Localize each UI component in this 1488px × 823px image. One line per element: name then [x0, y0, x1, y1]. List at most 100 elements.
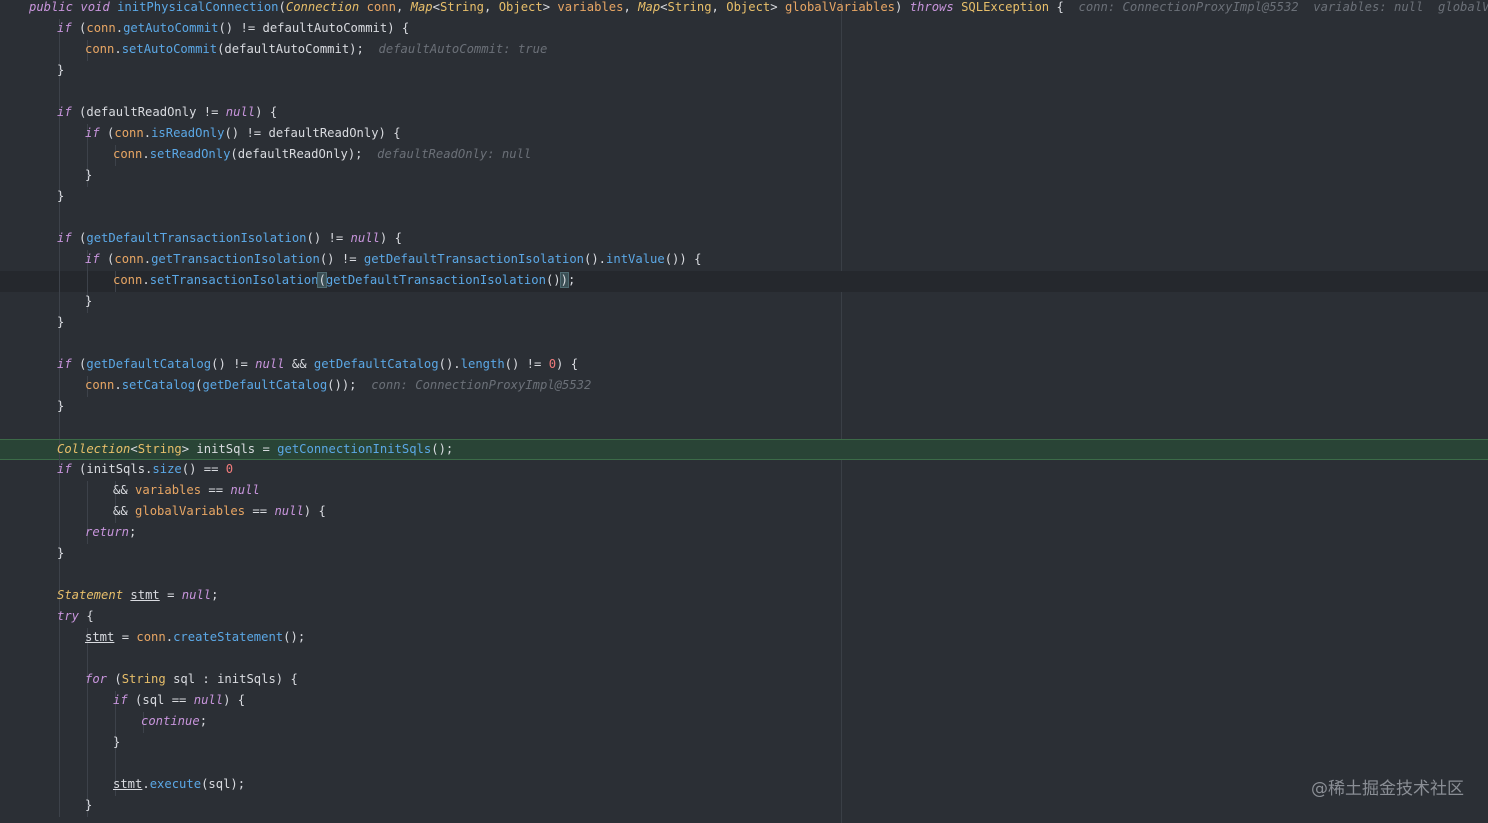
code-token: setTransactionIsolation	[149, 273, 319, 287]
code-token: ,	[623, 0, 639, 14]
indent-guide	[59, 166, 60, 187]
code-line[interactable]: && globalVariables == null) {	[0, 502, 1488, 523]
code-line[interactable]: }	[0, 544, 1488, 565]
execution-point-line[interactable]: Collection<String> initSqls = getConnect…	[0, 439, 1488, 461]
code-token: (	[317, 272, 327, 288]
code-token: =	[114, 630, 137, 644]
code-line[interactable]: }	[0, 796, 1488, 817]
code-token: ,	[711, 0, 727, 14]
code-line[interactable]: continue;	[0, 712, 1488, 733]
code-line[interactable]: if (getDefaultTransactionIsolation() != …	[0, 229, 1488, 250]
code-line[interactable]: }	[0, 397, 1488, 418]
code-line[interactable]: if (getDefaultCatalog() != null && getDe…	[0, 355, 1488, 376]
code-token: ().	[584, 252, 607, 266]
code-token: if	[57, 462, 72, 476]
code-line[interactable]: if (initSqls.size() == 0	[0, 460, 1488, 481]
code-line[interactable]	[0, 334, 1488, 355]
code-token: getDefaultTransactionIsolation	[363, 252, 584, 266]
code-token: setCatalog	[121, 378, 196, 392]
code-token: ) {	[223, 693, 246, 707]
code-token: getDefaultTransactionIsolation	[325, 273, 546, 287]
code-token: Object	[498, 0, 543, 14]
code-token: initPhysicalConnection	[117, 0, 279, 14]
code-token: if	[57, 231, 72, 245]
code-line[interactable]: }	[0, 61, 1488, 82]
code-line[interactable]	[0, 565, 1488, 586]
indent-guide	[59, 796, 60, 817]
code-token: ) {	[556, 357, 579, 371]
code-line[interactable]: if (defaultReadOnly != null) {	[0, 103, 1488, 124]
code-line[interactable]: }	[0, 313, 1488, 334]
code-line[interactable]: conn.setCatalog(getDefaultCatalog()); co…	[0, 376, 1488, 397]
code-line[interactable]	[0, 418, 1488, 439]
code-token: (sql);	[201, 777, 246, 791]
indent-guide	[87, 775, 88, 796]
code-token: void	[80, 0, 110, 14]
code-token: &&	[284, 357, 314, 371]
code-token: .	[115, 21, 124, 35]
code-token: (defaultReadOnly !=	[71, 105, 226, 119]
indent-guide	[59, 754, 60, 775]
code-token: if	[57, 357, 72, 371]
code-line[interactable]: }	[0, 292, 1488, 313]
code-token: if	[113, 693, 128, 707]
code-line[interactable]: conn.setAutoCommit(defaultAutoCommit); d…	[0, 40, 1488, 61]
code-token: ==	[201, 483, 231, 497]
indent-guide	[87, 145, 88, 166]
code-token: () ==	[181, 462, 226, 476]
code-token: (	[278, 0, 286, 14]
code-token: conn	[85, 42, 115, 56]
code-token: .	[165, 630, 174, 644]
code-line[interactable]: return;	[0, 523, 1488, 544]
code-token: ();	[431, 442, 454, 456]
code-line[interactable]: if (conn.isReadOnly() != defaultReadOnly…	[0, 124, 1488, 145]
code-token: }	[57, 63, 65, 77]
code-line[interactable]: if (conn.getAutoCommit() != defaultAutoC…	[0, 19, 1488, 40]
code-token: globalVariables	[135, 504, 246, 518]
code-line[interactable]	[0, 82, 1488, 103]
code-token: Connection	[285, 0, 360, 14]
code-token: Map	[410, 0, 433, 14]
code-token: ()) {	[664, 252, 702, 266]
code-line[interactable]	[0, 208, 1488, 229]
code-line[interactable]: for (String sql : initSqls) {	[0, 670, 1488, 691]
code-token: getDefaultTransactionIsolation	[86, 231, 307, 245]
code-token: stmt	[113, 777, 143, 791]
code-line[interactable]: conn.setReadOnly(defaultReadOnly); defau…	[0, 145, 1488, 166]
code-token: (	[71, 357, 87, 371]
code-token: conn	[113, 273, 143, 287]
code-line[interactable]: try {	[0, 607, 1488, 628]
code-token: <	[130, 442, 138, 456]
code-line[interactable]: Statement stmt = null;	[0, 586, 1488, 607]
code-line[interactable]: public void initPhysicalConnection(Conne…	[0, 0, 1488, 19]
code-token: null	[225, 105, 256, 119]
code-token: () !=	[319, 252, 364, 266]
code-line[interactable]: conn.setTransactionIsolation(getDefaultT…	[0, 271, 1488, 292]
code-line[interactable]: }	[0, 187, 1488, 208]
code-token: (defaultAutoCommit);	[217, 42, 379, 56]
code-line[interactable]: if (sql == null) {	[0, 691, 1488, 712]
code-line[interactable]: }	[0, 733, 1488, 754]
code-token: () !=	[306, 231, 351, 245]
code-token: ;	[211, 588, 219, 602]
code-token: null	[181, 588, 212, 602]
indent-guide	[87, 754, 88, 775]
code-token: ();	[283, 630, 306, 644]
code-token: () !=	[504, 357, 549, 371]
indent-guide	[87, 481, 88, 502]
code-line[interactable]	[0, 754, 1488, 775]
code-token: .	[143, 126, 152, 140]
code-line[interactable]: && variables == null	[0, 481, 1488, 502]
code-line[interactable]: stmt = conn.createStatement();	[0, 628, 1488, 649]
code-line[interactable]: if (conn.getTransactionIsolation() != ge…	[0, 250, 1488, 271]
code-token: return	[85, 525, 130, 539]
code-token: length	[460, 357, 505, 371]
code-editor[interactable]: public void initPhysicalConnection(Conne…	[0, 0, 1488, 823]
code-line[interactable]: stmt.execute(sql);	[0, 775, 1488, 796]
code-line[interactable]	[0, 649, 1488, 670]
code-token: conn	[113, 147, 143, 161]
code-token: setReadOnly	[149, 147, 231, 161]
code-line[interactable]: }	[0, 166, 1488, 187]
code-token: () != defaultAutoCommit) {	[218, 21, 410, 35]
indent-guide	[59, 649, 60, 670]
